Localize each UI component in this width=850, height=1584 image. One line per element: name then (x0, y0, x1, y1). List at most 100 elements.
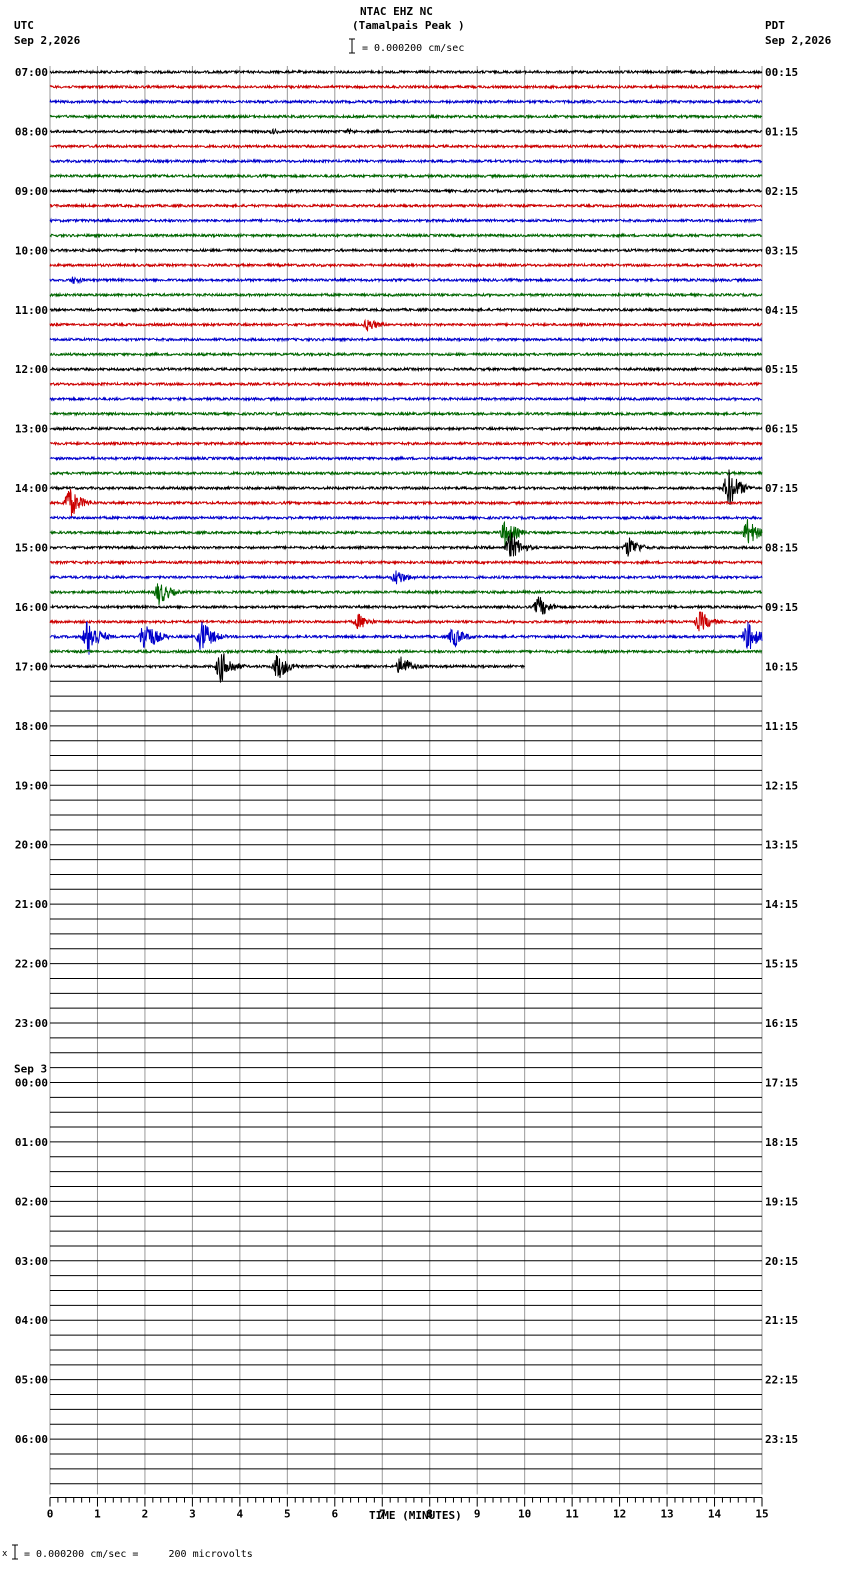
local-hour-label: 20:15 (765, 1255, 798, 1268)
local-hour-label: 16:15 (765, 1017, 798, 1030)
scale-bar-icon (349, 38, 355, 54)
seismic-trace-row (49, 583, 763, 605)
utc-hour-label: 16:00 (15, 601, 48, 614)
date-change-label: Sep 3 (14, 1062, 47, 1075)
empty-trace-rows (50, 680, 762, 1485)
local-hour-label: 18:15 (765, 1136, 798, 1149)
utc-hour-label: 14:00 (15, 482, 48, 495)
local-hour-label: 03:15 (765, 244, 798, 257)
x-tick-label: 2 (142, 1508, 149, 1521)
local-hour-label: 11:15 (765, 720, 798, 733)
utc-hour-label: 23:00 (15, 1017, 48, 1030)
x-tick-label: 7 (379, 1508, 386, 1521)
local-hour-label: 04:15 (765, 304, 798, 317)
local-hour-label: 09:15 (765, 601, 798, 614)
x-tick-label: 4 (237, 1508, 244, 1521)
seismic-trace-row (49, 425, 763, 432)
utc-hour-label: 00:00 (15, 1076, 48, 1089)
seismic-trace-row (49, 68, 763, 76)
utc-hour-label: 13:00 (15, 423, 48, 436)
x-tick-label: 15 (755, 1508, 768, 1521)
seismic-trace-row (49, 440, 763, 447)
utc-hour-label: 10:00 (15, 244, 48, 257)
local-hour-label: 13:15 (765, 839, 798, 852)
x-tick-label: 1 (94, 1508, 101, 1521)
local-hour-label: 17:15 (765, 1076, 798, 1089)
x-tick-label: 5 (284, 1508, 291, 1521)
seismic-trace-row (49, 232, 763, 239)
local-hour-label: 23:15 (765, 1433, 798, 1446)
x-tick-label: 12 (613, 1508, 626, 1521)
seismic-trace-row (49, 621, 763, 655)
seismogram-plot: 0 1 2 3 4 5 6 7 8 9 10 11 12 13 14 15 07:0008:0009:0010… (12, 38, 798, 1560)
local-hour-label: 02:15 (765, 185, 798, 198)
seismic-trace-row (49, 596, 763, 615)
utc-hour-label: 06:00 (15, 1433, 48, 1446)
x-tick-label: 11 (566, 1508, 580, 1521)
seismic-trace-row (49, 276, 763, 285)
x-tick-label: 9 (474, 1508, 481, 1521)
local-hour-label: 10:15 (765, 660, 798, 673)
utc-hour-label: 17:00 (15, 660, 48, 673)
seismic-trace-row (49, 158, 763, 165)
local-hour-label: 06:15 (765, 423, 798, 436)
seismic-trace-row (49, 262, 763, 269)
local-hour-label: 01:15 (765, 125, 798, 138)
seismic-trace-row (49, 98, 763, 105)
seismic-trace-row (49, 172, 763, 180)
local-hour-label: 22:15 (765, 1374, 798, 1387)
local-hour-label: 14:15 (765, 898, 798, 911)
utc-hour-label: 01:00 (15, 1136, 48, 1149)
x-tick-label: 13 (660, 1508, 673, 1521)
seismic-trace-row (49, 559, 763, 566)
utc-hour-label: 19:00 (15, 779, 48, 792)
seismic-trace-row (49, 143, 763, 150)
local-hour-label: 21:15 (765, 1314, 798, 1327)
seismic-trace-row (49, 514, 763, 521)
utc-hour-label: 20:00 (15, 839, 48, 852)
x-tick-label: 0 (47, 1508, 54, 1521)
local-hour-label: 08:15 (765, 542, 798, 555)
seismic-trace-row (49, 380, 763, 388)
x-tick-label: 6 (331, 1508, 338, 1521)
seismic-trace-row (49, 531, 763, 557)
utc-hour-label: 11:00 (15, 304, 48, 317)
local-hour-label: 05:15 (765, 363, 798, 376)
local-hour-label: 00:15 (765, 66, 798, 79)
utc-hour-label: 15:00 (15, 542, 48, 555)
seismic-trace-row (49, 410, 763, 417)
seismic-trace-row (49, 455, 763, 462)
seismic-trace-row (49, 518, 763, 546)
seismic-trace-row (49, 648, 763, 655)
seismic-trace-row (49, 83, 762, 90)
seismic-trace-row (49, 488, 763, 517)
x-tick-label: 3 (189, 1508, 196, 1521)
local-hour-label: 12:15 (765, 779, 798, 792)
seismic-trace-row (49, 469, 763, 506)
utc-hour-label: 12:00 (15, 363, 48, 376)
x-tick-label: 14 (708, 1508, 722, 1521)
seismic-trace-row (49, 202, 762, 209)
footer-scale-bar-icon (12, 1544, 18, 1560)
utc-hour-label: 04:00 (15, 1314, 48, 1327)
seismic-trace-row (49, 470, 763, 477)
seismic-trace-row (49, 318, 763, 332)
x-tick-label: 10 (518, 1508, 531, 1521)
seismic-trace-row (49, 187, 763, 195)
seismic-trace-row (49, 570, 763, 585)
seismic-trace-row (49, 217, 763, 224)
seismic-trace-row (49, 611, 763, 632)
local-hour-label: 15:15 (765, 958, 798, 971)
utc-hour-label: 03:00 (15, 1255, 48, 1268)
utc-hour-label: 22:00 (15, 958, 48, 971)
utc-hour-label: 18:00 (15, 720, 48, 733)
seismic-trace-row (50, 366, 763, 373)
seismic-traces (49, 68, 763, 683)
utc-hour-label: 08:00 (15, 125, 48, 138)
seismic-trace-row (49, 336, 763, 343)
seismic-trace-row (49, 127, 763, 135)
seismic-trace-row (49, 291, 763, 299)
utc-hour-label: 07:00 (15, 66, 48, 79)
local-hour-label: 19:15 (765, 1195, 798, 1208)
x-tick-label: 8 (426, 1508, 433, 1521)
